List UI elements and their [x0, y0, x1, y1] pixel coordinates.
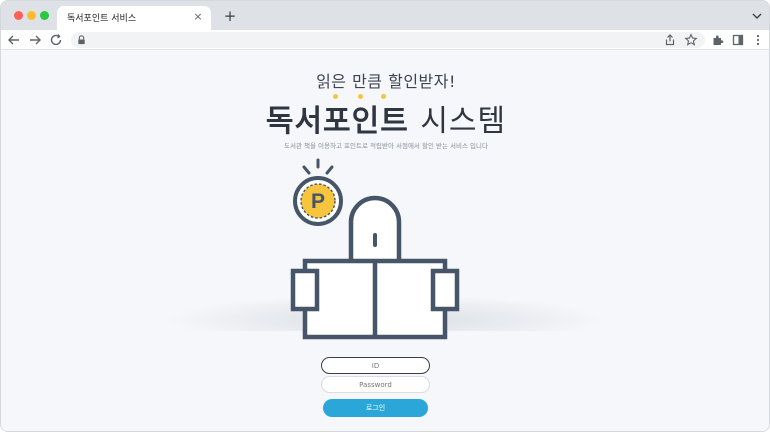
hero-subtitle: 읽은 만큼 할인받자! — [316, 72, 456, 91]
extensions-icon[interactable] — [711, 33, 725, 47]
hero-title-bold: 독서포인트 — [265, 104, 409, 139]
browser-tab[interactable]: 독서포인트 서비스 × — [57, 6, 211, 30]
more-icon[interactable] — [751, 33, 765, 47]
password-input[interactable] — [321, 376, 430, 393]
hero-title-light: 시스템 — [420, 104, 507, 139]
tab-close-icon[interactable]: × — [191, 9, 205, 25]
star-icon[interactable] — [684, 33, 698, 47]
tab-title: 독서포인트 서비스 — [67, 14, 137, 24]
browser-window: 독서포인트 서비스 × + 읽은 만큼 할인받자! 독서포인트 시스템 도서관 … — [0, 0, 770, 432]
share-icon[interactable] — [663, 33, 677, 47]
sidebar-icon[interactable] — [731, 33, 745, 47]
page-content: 읽은 만큼 할인받자! 독서포인트 시스템 도서관 책을 이용하고 포인트로 적… — [1, 50, 769, 431]
hero-description: 도서관 책을 이용하고 포인트로 적립받아 서점에서 할인 받는 서비스 입니다 — [284, 142, 488, 150]
tab-bar: 독서포인트 서비스 × + — [1, 1, 769, 30]
close-window-button[interactable] — [14, 11, 23, 20]
login-button[interactable]: 로그인 — [323, 399, 428, 417]
back-arrow-icon[interactable] — [7, 33, 21, 47]
reload-icon[interactable] — [49, 33, 63, 47]
browser-toolbar — [1, 30, 769, 50]
reader-book-icon: P — [290, 158, 460, 340]
forward-arrow-icon[interactable] — [28, 33, 42, 47]
new-tab-button[interactable]: + — [223, 7, 237, 25]
minimize-window-button[interactable] — [27, 11, 36, 20]
coin-letter: P — [311, 190, 325, 213]
hero-title: 독서포인트 시스템 — [1, 96, 769, 140]
id-input[interactable] — [321, 357, 430, 374]
lock-icon — [78, 35, 85, 45]
maximize-window-button[interactable] — [40, 11, 49, 20]
address-bar[interactable] — [71, 32, 705, 48]
chevron-down-icon[interactable] — [751, 10, 763, 22]
